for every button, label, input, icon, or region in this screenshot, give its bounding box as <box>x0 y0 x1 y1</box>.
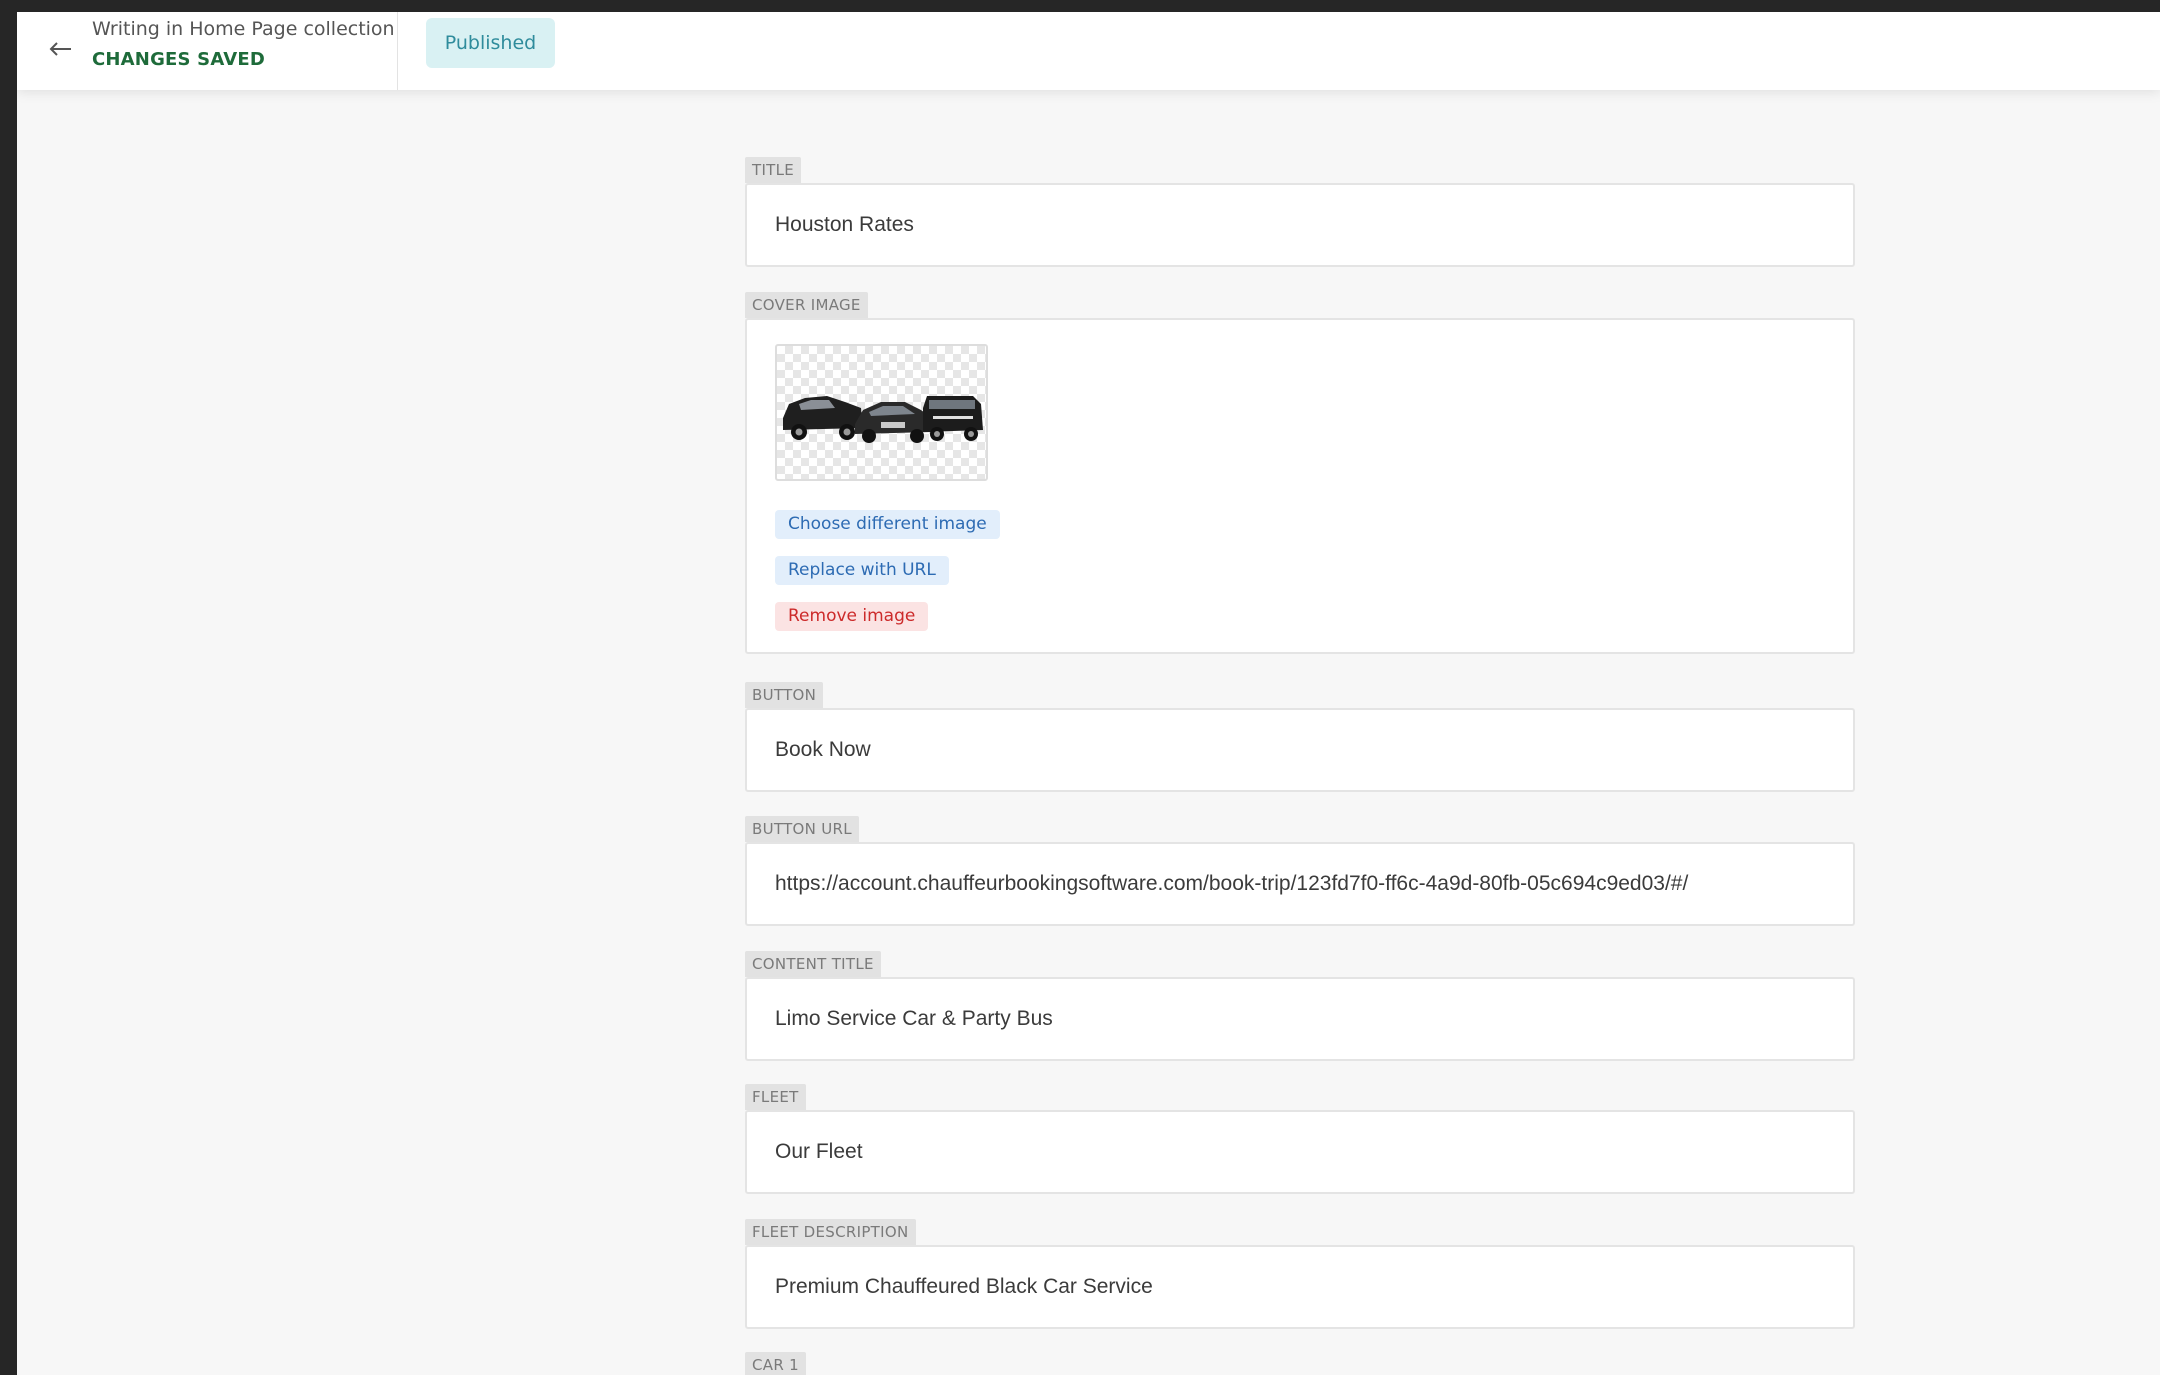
save-status: CHANGES SAVED <box>92 49 266 70</box>
published-status-badge[interactable]: Published <box>426 18 555 68</box>
replace-with-url-button[interactable]: Replace with URL <box>775 556 949 585</box>
choose-different-image-button[interactable]: Choose different image <box>775 510 1000 539</box>
arrow-left-icon[interactable] <box>43 32 77 66</box>
breadcrumb: Writing in Home Page collection <box>92 18 395 40</box>
fleet-description-input[interactable] <box>747 1247 1853 1327</box>
button-label: BUTTON <box>745 682 824 708</box>
title-field: TITLE <box>745 157 1855 267</box>
topbar-divider <box>397 12 398 90</box>
cover-image-label: COVER IMAGE <box>745 292 868 318</box>
content-title-field: CONTENT TITLE <box>745 951 1855 1061</box>
button-url-input[interactable] <box>747 844 1853 924</box>
fleet-description-label: FLEET DESCRIPTION <box>745 1219 916 1245</box>
fleet-description-field: FLEET DESCRIPTION <box>745 1219 1855 1329</box>
button-url-label: BUTTON URL <box>745 816 859 842</box>
fleet-label: FLEET <box>745 1084 806 1110</box>
button-field: BUTTON <box>745 682 1855 792</box>
fleet-field: FLEET <box>745 1084 1855 1194</box>
car-1-field: CAR 1 <box>745 1352 1855 1375</box>
content-title-label: CONTENT TITLE <box>745 951 881 977</box>
cover-image-thumbnail[interactable] <box>775 344 988 481</box>
limousine-fleet-icon <box>783 396 983 443</box>
car-1-label: CAR 1 <box>745 1352 806 1375</box>
top-bar: Writing in Home Page collection CHANGES … <box>17 12 2160 90</box>
button-url-field: BUTTON URL <box>745 816 1855 926</box>
button-input[interactable] <box>747 710 1853 790</box>
cms-editor: Writing in Home Page collection CHANGES … <box>17 12 2160 1375</box>
title-label: TITLE <box>745 157 802 183</box>
content-title-input[interactable] <box>747 979 1853 1059</box>
remove-image-button[interactable]: Remove image <box>775 602 929 631</box>
cover-image-field: COVER IMAGE Choose different image Repla… <box>745 292 1855 654</box>
cover-image-panel: Choose different image Replace with URL … <box>745 318 1855 654</box>
fleet-input[interactable] <box>747 1112 1853 1192</box>
title-input[interactable] <box>747 185 1853 265</box>
